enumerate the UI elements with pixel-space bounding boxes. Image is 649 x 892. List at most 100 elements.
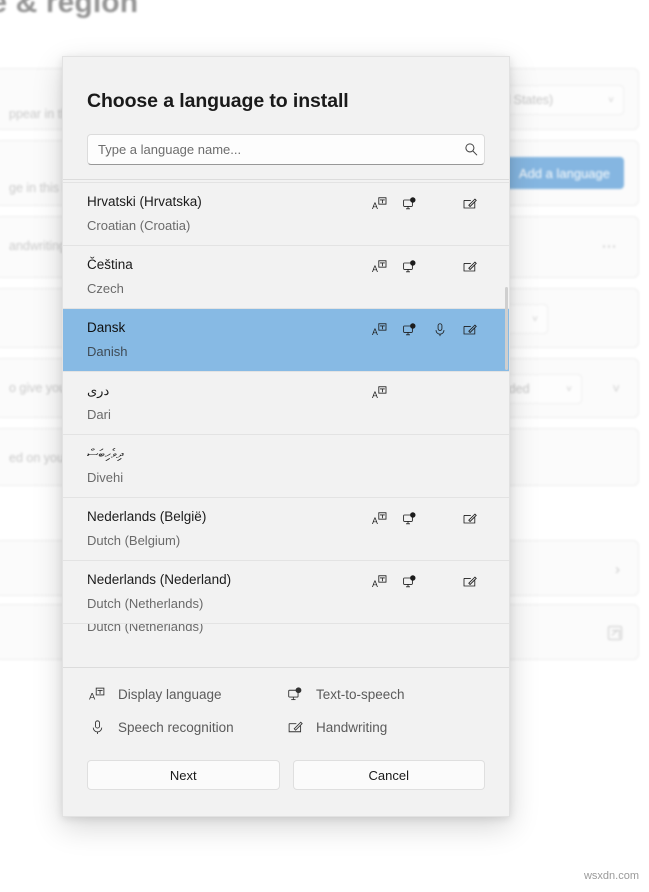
legend-display-language-label: Display language (118, 687, 222, 702)
clipped-bottom-row-label: Dutch (Netherlands) (87, 624, 203, 634)
language-english-name: Dari (87, 405, 365, 424)
legend-handwriting-label: Handwriting (316, 720, 387, 735)
language-native-name: Čeština (87, 255, 365, 274)
search-input[interactable] (88, 142, 458, 157)
language-row-texts: Nederlands (België) Dutch (Belgium) (63, 507, 365, 550)
legend-text-to-speech: Text-to-speech (285, 686, 485, 703)
clipped-top-row: Croatian (Bosnia and Herzegovina) (63, 180, 509, 182)
text-to-speech-icon (395, 511, 425, 527)
handwriting-icon (455, 196, 485, 212)
language-native-name: دری (87, 381, 365, 400)
language-row[interactable]: Nederlands (België) Dutch (Belgium) A (63, 498, 509, 560)
ellipsis-icon[interactable]: ⋯ (602, 237, 619, 255)
display-language-icon: A (87, 686, 107, 703)
language-english-name: Dutch (Belgium) (87, 531, 365, 550)
svg-text:A: A (89, 692, 96, 702)
language-feature-icons: A (365, 318, 509, 340)
handwriting-icon (455, 511, 485, 527)
legend-text-to-speech-label: Text-to-speech (316, 687, 405, 702)
language-list: Croatian (Bosnia and Herzegovina) Hrvats… (63, 180, 509, 636)
screen-root: ge & region ppear in thi United States) … (0, 0, 649, 892)
language-english-name: Dutch (Netherlands) (87, 594, 365, 613)
language-row-texts: Dansk Danish (63, 318, 365, 361)
feature-legend: A Display language (63, 668, 509, 736)
chevron-down-icon: ˅ (566, 384, 572, 395)
search-box[interactable] (87, 134, 485, 165)
handwriting-icon (455, 574, 485, 590)
display-language-icon: A (365, 322, 395, 338)
svg-text:A: A (372, 201, 378, 211)
legend-speech-recognition: Speech recognition (87, 719, 285, 736)
chevron-down-icon: ˅ (532, 314, 538, 325)
text-to-speech-icon (395, 259, 425, 275)
choose-language-dialog: Choose a language to install Croatian (62, 56, 510, 817)
chevron-down-icon-expander[interactable]: ˅ (612, 381, 620, 396)
list-scrollbar[interactable] (505, 180, 508, 667)
language-english-name: Divehi (87, 468, 365, 487)
clipped-bottom-row: Dutch (Netherlands) (63, 624, 509, 636)
speech-recognition-icon (87, 719, 107, 736)
language-feature-icons (365, 444, 509, 466)
language-row[interactable]: Nederlands (Nederland) Dutch (Netherlands… (63, 561, 509, 623)
svg-text:A: A (372, 390, 378, 400)
svg-text:A: A (372, 579, 378, 589)
watermark: wsxdn.com (584, 870, 639, 882)
language-row-texts: Hrvatski (Hrvatska) Croatian (Croatia) (63, 192, 365, 235)
text-to-speech-icon (395, 322, 425, 338)
language-row-texts: دری Dari (63, 381, 365, 424)
display-language-icon: A (365, 259, 395, 275)
text-to-speech-icon (395, 196, 425, 212)
display-language-icon: A (365, 574, 395, 590)
display-language-icon: A (365, 511, 395, 527)
add-a-language-label: Add a language (519, 166, 610, 181)
language-native-name: Hrvatski (Hrvatska) (87, 192, 365, 211)
next-button[interactable]: Next (87, 760, 280, 790)
language-row-texts: Nederlands (Nederland) Dutch (Netherlands… (63, 570, 365, 613)
language-rows-container: Hrvatski (Hrvatska)Croatian (Croatia)AČe… (63, 183, 509, 636)
language-english-name: Danish (87, 342, 365, 361)
language-feature-icons: A (365, 255, 509, 277)
language-native-name: Dansk (87, 318, 365, 337)
list-scrollbar-thumb[interactable] (505, 287, 508, 370)
dialog-buttons: Next Cancel (63, 736, 509, 816)
language-row[interactable]: Čeština Czech A (63, 246, 509, 308)
language-row-texts: Čeština Czech (63, 255, 365, 298)
bg-text-3: o give you (9, 381, 66, 395)
language-row[interactable]: Hrvatski (Hrvatska) Croatian (Croatia) A (63, 183, 509, 245)
language-english-name: Czech (87, 279, 365, 298)
handwriting-icon (455, 322, 485, 338)
dialog-title: Choose a language to install (63, 57, 509, 113)
cancel-button[interactable]: Cancel (293, 760, 486, 790)
display-language-icon: A (365, 196, 395, 212)
language-feature-icons: A (365, 381, 509, 403)
svg-text:A: A (372, 327, 378, 337)
language-native-name: ދިވެހިބަސް (87, 444, 365, 463)
chevron-right-icon: › (615, 561, 620, 578)
language-feature-icons: A (365, 507, 509, 529)
handwriting-icon (455, 259, 485, 275)
language-english-name: Croatian (Croatia) (87, 216, 365, 235)
text-to-speech-icon (395, 574, 425, 590)
language-list-scroll[interactable]: Croatian (Bosnia and Herzegovina) Hrvats… (63, 180, 509, 667)
display-language-icon: A (365, 385, 395, 401)
handwriting-icon (285, 719, 305, 736)
page-title: ge & region (0, 0, 138, 20)
language-feature-icons: A (365, 570, 509, 592)
svg-text:A: A (372, 264, 378, 274)
svg-text:A: A (372, 516, 378, 526)
external-link-icon (608, 626, 622, 640)
speech-recognition-icon (425, 322, 455, 338)
language-row[interactable]: Dansk Danish A (63, 309, 509, 371)
language-native-name: Nederlands (Nederland) (87, 570, 365, 589)
language-row[interactable]: ދިވެހިބަސް Divehi (63, 435, 509, 497)
search-icon[interactable] (458, 142, 484, 157)
add-a-language-button[interactable]: Add a language (505, 157, 624, 189)
language-row[interactable]: دری Dari A (63, 372, 509, 434)
language-list-region: Croatian (Bosnia and Herzegovina) Hrvats… (63, 179, 509, 668)
search-container (63, 113, 509, 165)
language-native-name: Nederlands (België) (87, 507, 365, 526)
language-row-texts: ދިވެހިބަސް Divehi (63, 444, 365, 487)
chevron-down-icon: ˅ (608, 95, 614, 106)
language-feature-icons: A (365, 192, 509, 214)
legend-display-language: A Display language (87, 686, 285, 703)
